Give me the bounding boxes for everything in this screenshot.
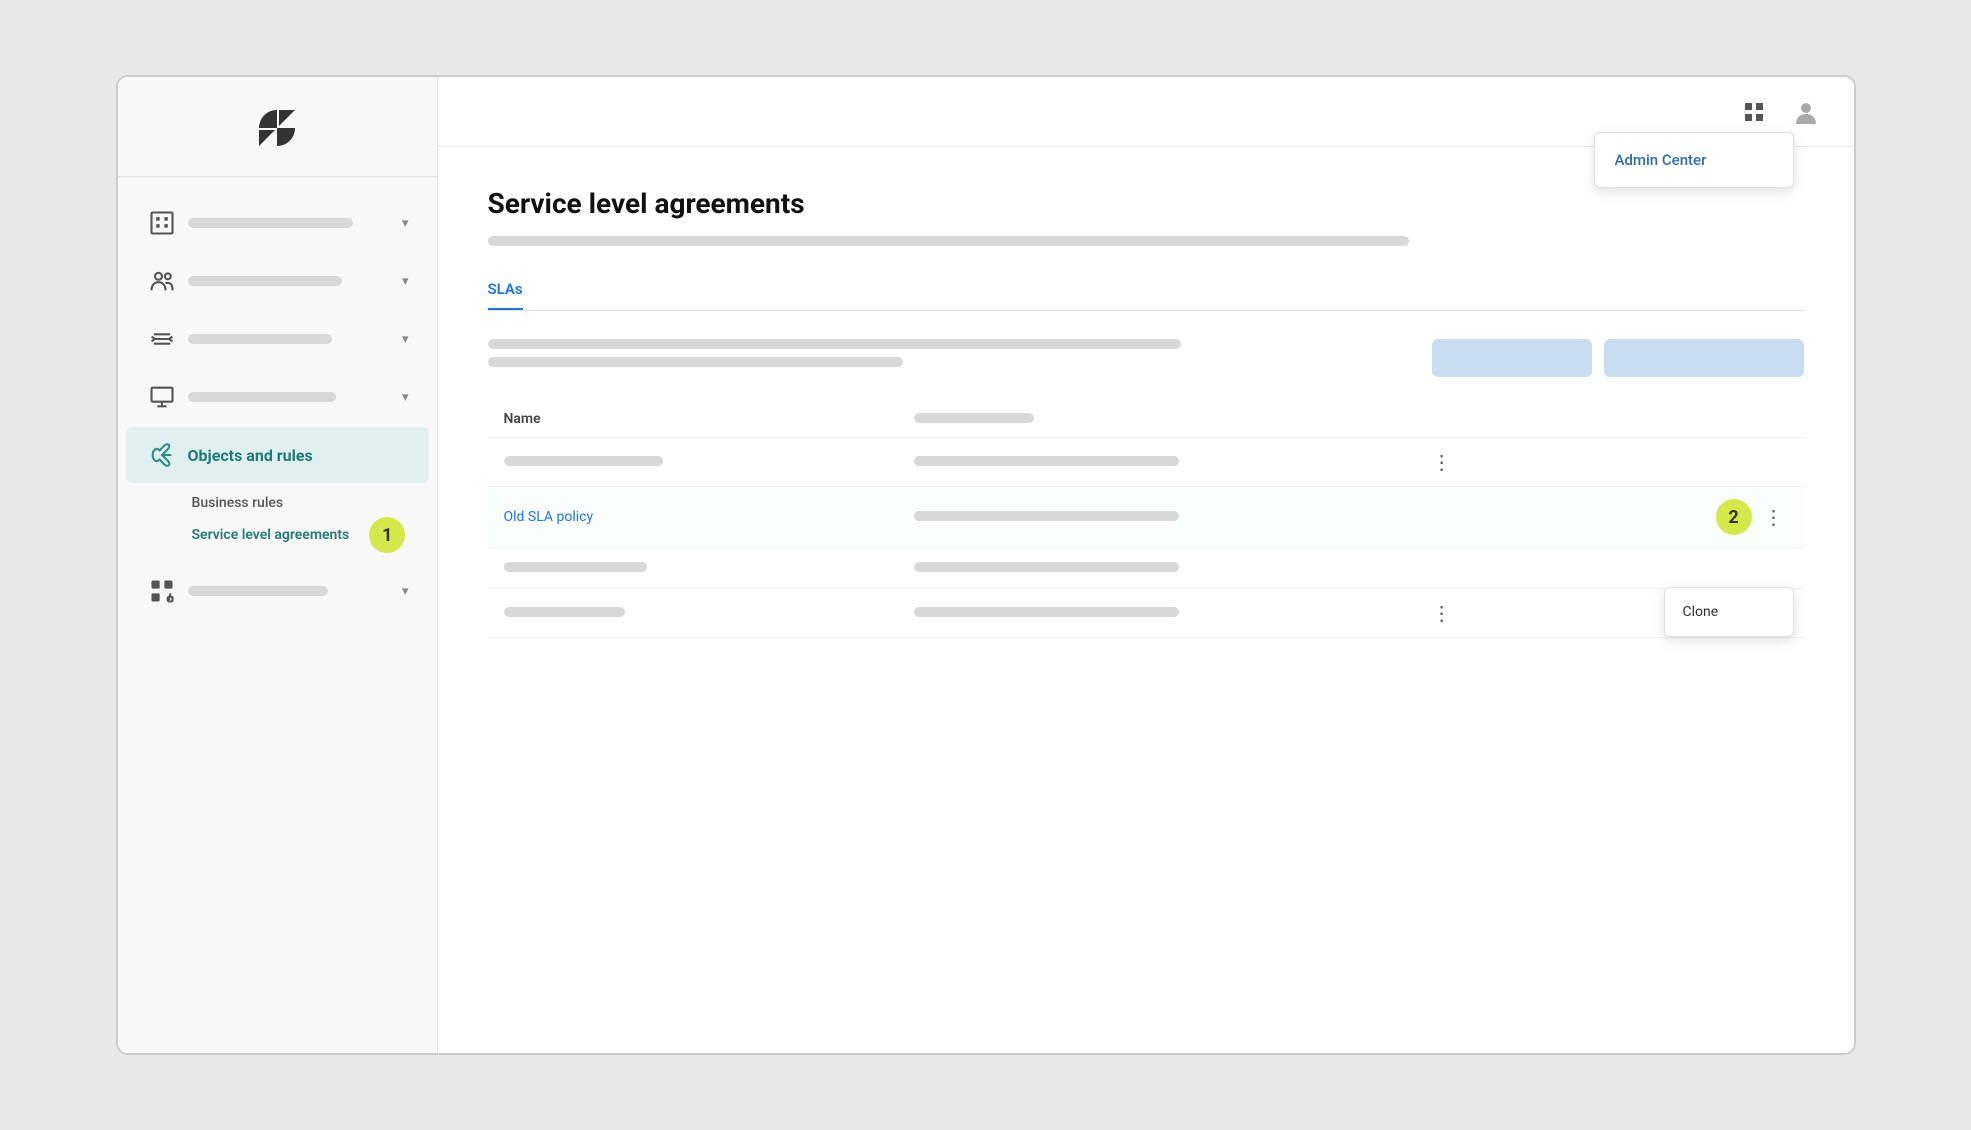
nav-label-wrap-channels [188,334,394,344]
table-cell-col2 [898,589,1411,638]
sidebar-item-objects-rules-label: Objects and rules [188,446,313,465]
chevron-down-icon: ▾ [402,216,409,231]
tabs: SLAs [488,270,1804,311]
table-cell-name [488,438,899,487]
main-content: Admin Center Service level agreements SL… [438,77,1854,1053]
content-description-line1 [488,339,1181,349]
more-options-icon-row4[interactable]: ⋮ [1428,601,1456,625]
nav-label-wrap-buildings [188,218,394,228]
context-menu: Clone [1664,587,1794,637]
table-header-placeholder [914,413,1034,423]
table-row: Old SLA policy 2 ⋮ [488,487,1804,548]
table-header-col3 [1412,401,1804,438]
table-row [488,548,1804,589]
nav-placeholder [188,276,343,286]
cell-placeholder [914,456,1179,466]
table-cell-col2 [898,548,1411,589]
title-placeholder [488,236,1409,246]
table-cell-more: ⋮ [1412,438,1804,487]
page-title: Service level agreements [488,187,1804,220]
sub-nav-objects-rules: Business rules Service level agreements … [118,485,437,561]
table-header-name: Name [488,401,899,438]
cell-placeholder [504,456,663,466]
people-icon [146,265,178,297]
workspace-icon [146,381,178,413]
sub-nav-item-service-level-agreements[interactable]: Service level agreements [180,521,362,549]
sidebar: ▾ ▾ ▾ [118,77,438,1053]
sla-table: Name [488,401,1804,638]
nav-placeholder [188,586,328,596]
page-body: Service level agreements SLAs [438,147,1854,1053]
apps-icon [146,575,178,607]
cell-placeholder [914,562,1179,572]
sidebar-item-objects-rules[interactable]: Objects and rules [126,427,429,483]
sidebar-nav: ▾ ▾ ▾ [118,177,437,1053]
top-bar: Admin Center [438,77,1854,147]
cell-placeholder [504,562,648,572]
sidebar-logo [118,77,437,177]
table-cell-name [488,589,899,638]
table-header-col2 [898,401,1411,438]
zendesk-logo [247,102,307,152]
button-placeholder-1[interactable] [1432,339,1592,377]
table-row: ⋮ [488,438,1804,487]
sidebar-item-people[interactable]: ▾ [126,253,429,309]
nav-placeholder [188,218,353,228]
old-sla-policy-link[interactable]: Old SLA policy [504,509,594,525]
more-options-icon-row2[interactable]: ⋮ [1760,505,1788,529]
nav-label-wrap-workspaces [188,392,394,402]
table-cell-actions: 2 ⋮ [1412,487,1804,548]
chevron-down-icon: ▾ [402,332,409,347]
admin-center-link[interactable]: Admin Center [1595,141,1793,179]
sidebar-item-buildings[interactable]: ▾ [126,195,429,251]
grid-icon[interactable] [1736,94,1772,130]
sidebar-item-apps[interactable]: ▾ [126,563,429,619]
content-header-right [1432,339,1804,377]
channels-icon [146,323,178,355]
cell-placeholder [504,607,625,617]
chevron-down-icon: ▾ [402,274,409,289]
step-badge-1: 1 [369,517,405,553]
button-placeholder-2[interactable] [1604,339,1804,377]
table-cell-col2 [898,487,1411,548]
tab-slas[interactable]: SLAs [488,270,523,310]
table-cell-col2 [898,438,1411,487]
sidebar-item-workspaces[interactable]: ▾ [126,369,429,425]
table-row: ⋮ [488,589,1804,638]
sub-nav-item-business-rules[interactable]: Business rules [180,489,437,517]
objects-icon [146,439,178,471]
cell-placeholder [914,511,1179,521]
nav-placeholder [188,334,333,344]
building-icon [146,207,178,239]
table-cell-empty [1412,548,1804,589]
nav-placeholder [188,392,337,402]
app-frame: ▾ ▾ ▾ [116,75,1856,1055]
step-badge-2: 2 [1716,499,1752,535]
table-cell-name-link: Old SLA policy [488,487,899,548]
content-header-left [488,339,1412,367]
chevron-down-icon: ▾ [402,390,409,405]
nav-label-wrap-people [188,276,394,286]
content-header [488,339,1804,377]
table-cell-name [488,548,899,589]
sidebar-item-channels[interactable]: ▾ [126,311,429,367]
admin-center-dropdown: Admin Center [1594,132,1794,188]
cell-placeholder [914,607,1179,617]
chevron-down-icon: ▾ [402,584,409,599]
user-icon[interactable] [1788,94,1824,130]
clone-menu-item[interactable]: Clone [1665,594,1793,630]
more-options-icon[interactable]: ⋮ [1428,450,1456,474]
nav-label-wrap-apps [188,586,394,596]
content-description-line2 [488,357,904,367]
